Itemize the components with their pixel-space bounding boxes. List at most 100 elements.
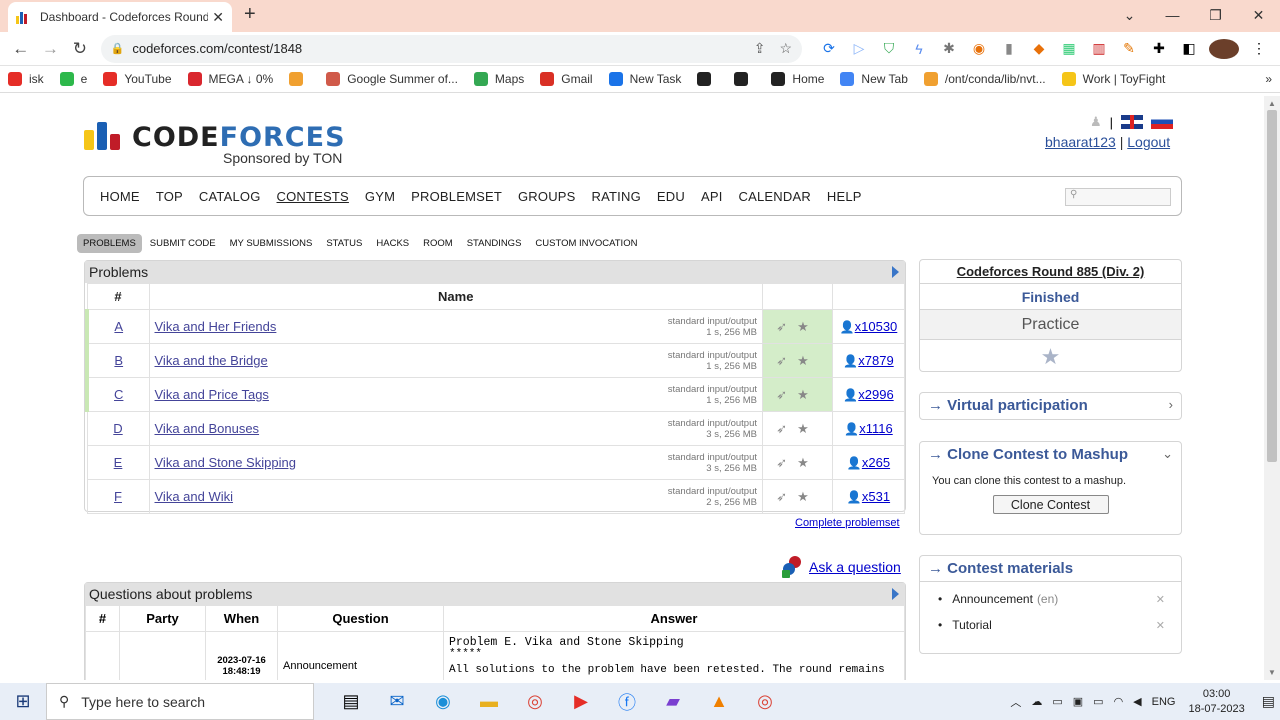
favorite-star-icon[interactable]: ★ xyxy=(797,421,819,436)
bookmark-item[interactable]: isk xyxy=(8,72,44,86)
fox-extension-icon[interactable]: ◆ xyxy=(1024,40,1054,57)
pen-extension-icon[interactable]: ✎ xyxy=(1114,40,1144,57)
problem-index-link[interactable]: B xyxy=(114,353,123,368)
vlc-icon[interactable]: ▲ xyxy=(696,691,742,712)
sync-extension-icon[interactable]: ⟳ xyxy=(814,40,844,57)
lightning-extension-icon[interactable]: ϟ xyxy=(904,41,934,57)
virtual-participation-title[interactable]: → Virtual participation › xyxy=(920,393,1181,418)
problem-index-link[interactable]: C xyxy=(114,387,123,402)
submenu-item-submit-code[interactable]: SUBMIT CODE xyxy=(144,234,222,253)
submenu-item-hacks[interactable]: HACKS xyxy=(370,234,415,253)
address-bar[interactable]: 🔒 codeforces.com/contest/1848 ⇪ ☆ xyxy=(100,34,803,63)
bell-icon[interactable]: ♟ xyxy=(1090,114,1102,130)
favorite-star-icon[interactable]: ★ xyxy=(797,353,819,368)
bookmark-item[interactable]: New Task xyxy=(608,72,681,86)
favorite-star-icon[interactable]: ★ xyxy=(797,455,819,470)
wifi-icon[interactable]: ◠ xyxy=(1114,695,1124,708)
solved-count-link[interactable]: x10530 xyxy=(855,319,898,334)
menu-item-contests[interactable]: CONTESTS xyxy=(277,189,349,204)
close-tab-icon[interactable]: ✕ xyxy=(212,9,224,26)
forward-arrow-icon[interactable]: → xyxy=(36,39,66,59)
shield-extension-icon[interactable]: ⛉ xyxy=(874,40,904,57)
notifications-icon[interactable]: ▤ xyxy=(1262,693,1275,710)
language-indicator[interactable]: ENG xyxy=(1152,696,1176,708)
clone-contest-title[interactable]: → Clone Contest to Mashup ⌄ xyxy=(920,442,1181,467)
expand-arrow-icon[interactable] xyxy=(892,266,899,278)
scroll-down-icon[interactable]: ▼ xyxy=(1268,668,1276,677)
expand-arrow-icon[interactable] xyxy=(892,588,899,600)
tab-search-icon[interactable]: ⌄ xyxy=(1108,0,1151,32)
menu-item-api[interactable]: API xyxy=(701,189,723,204)
submit-plane-icon[interactable]: ➶ xyxy=(776,387,797,402)
clock[interactable]: 03:00 18-07-2023 xyxy=(1188,687,1244,717)
bookmark-star-icon[interactable]: ☆ xyxy=(779,40,792,57)
problem-name-link[interactable]: Vika and Bonuses xyxy=(155,421,260,436)
taskbar-search-input[interactable]: ⚲ Type here to search xyxy=(46,683,314,720)
solved-count-link[interactable]: x2996 xyxy=(858,387,893,402)
submit-plane-icon[interactable]: ➶ xyxy=(776,421,797,436)
bookmark-item[interactable] xyxy=(697,72,718,86)
submenu-item-problems[interactable]: PROBLEMS xyxy=(77,234,142,253)
file-explorer-icon[interactable]: ▬ xyxy=(466,691,512,712)
solved-count-link[interactable]: x265 xyxy=(862,455,890,470)
chrome-icon[interactable]: ◎ xyxy=(742,691,788,712)
edge-icon[interactable]: ◉ xyxy=(420,691,466,712)
more-bookmarks-icon[interactable]: » xyxy=(1265,72,1272,86)
bookmark-item[interactable]: Maps xyxy=(473,72,524,86)
new-tab-button[interactable]: + xyxy=(244,3,256,26)
display-icon[interactable]: ▣ xyxy=(1073,695,1083,708)
menu-item-calendar[interactable]: CALENDAR xyxy=(739,189,811,204)
scrollbar-thumb[interactable] xyxy=(1267,110,1277,462)
back-arrow-icon[interactable]: ← xyxy=(6,39,36,59)
menu-item-home[interactable]: HOME xyxy=(100,189,140,204)
puzzle-extensions-icon[interactable]: ✚ xyxy=(1144,40,1174,57)
minimize-icon[interactable]: — xyxy=(1151,0,1194,32)
battery-icon[interactable]: ▭ xyxy=(1093,695,1103,708)
logout-link[interactable]: Logout xyxy=(1127,134,1170,150)
problem-name-link[interactable]: Vika and the Bridge xyxy=(155,353,268,368)
english-flag-icon[interactable] xyxy=(1121,115,1144,129)
share-icon[interactable]: ⇪ xyxy=(754,40,766,57)
menu-item-groups[interactable]: GROUPS xyxy=(518,189,576,204)
submit-plane-icon[interactable]: ➶ xyxy=(776,319,797,334)
submit-plane-icon[interactable]: ➶ xyxy=(776,353,797,368)
solved-count-link[interactable]: x1116 xyxy=(859,421,893,436)
bookmark-item[interactable]: Google Summer of... xyxy=(326,72,458,86)
menu-item-rating[interactable]: RATING xyxy=(592,189,641,204)
favorite-star-icon[interactable]: ★ xyxy=(920,339,1181,373)
task-view-icon[interactable]: ▤ xyxy=(328,691,374,712)
menu-item-problemset[interactable]: PROBLEMSET xyxy=(411,189,502,204)
youtube-icon[interactable]: ▶ xyxy=(558,691,604,712)
cloud-icon[interactable]: ☁ xyxy=(1031,695,1042,708)
bookmark-item[interactable]: New Tab xyxy=(840,72,908,86)
solved-count-link[interactable]: x531 xyxy=(862,489,890,504)
material-link[interactable]: Tutorial xyxy=(952,618,992,632)
profile-avatar[interactable] xyxy=(1209,38,1240,59)
russian-flag-icon[interactable] xyxy=(1151,115,1174,129)
material-link[interactable]: Announcement xyxy=(952,592,1033,606)
menu-item-catalog[interactable]: CATALOG xyxy=(199,189,261,204)
chevron-right-icon[interactable]: › xyxy=(1169,397,1173,412)
scroll-up-icon[interactable]: ▲ xyxy=(1268,99,1276,108)
problem-name-link[interactable]: Vika and Price Tags xyxy=(155,387,269,402)
chrome-icon[interactable]: ◎ xyxy=(512,691,558,712)
submenu-item-status[interactable]: STATUS xyxy=(320,234,368,253)
menu-item-edu[interactable]: EDU xyxy=(657,189,685,204)
submenu-item-standings[interactable]: STANDINGS xyxy=(461,234,528,253)
menu-item-gym[interactable]: GYM xyxy=(365,189,395,204)
complete-problemset-link[interactable]: Complete problemset xyxy=(795,517,900,529)
username-link[interactable]: bhaarat123 xyxy=(1045,134,1116,150)
bug-extension-icon[interactable]: ✱ xyxy=(934,40,964,57)
bookmark-item[interactable]: Gmail xyxy=(540,72,593,86)
favorite-star-icon[interactable]: ★ xyxy=(797,319,819,334)
chart-extension-icon[interactable]: ▮ xyxy=(994,40,1024,57)
menu-item-help[interactable]: HELP xyxy=(827,189,862,204)
problem-index-link[interactable]: D xyxy=(113,421,122,436)
facebook-icon[interactable]: ⓕ xyxy=(604,689,650,715)
play-extension-icon[interactable]: ▷ xyxy=(844,40,874,57)
bookmark-item[interactable]: MEGA ↓ 0% xyxy=(187,72,273,86)
submit-plane-icon[interactable]: ➶ xyxy=(776,455,797,470)
sidepanel-icon[interactable]: ◧ xyxy=(1174,40,1204,57)
problem-name-link[interactable]: Vika and Her Friends xyxy=(155,319,277,334)
chevron-down-icon[interactable]: ⌄ xyxy=(1162,446,1173,462)
